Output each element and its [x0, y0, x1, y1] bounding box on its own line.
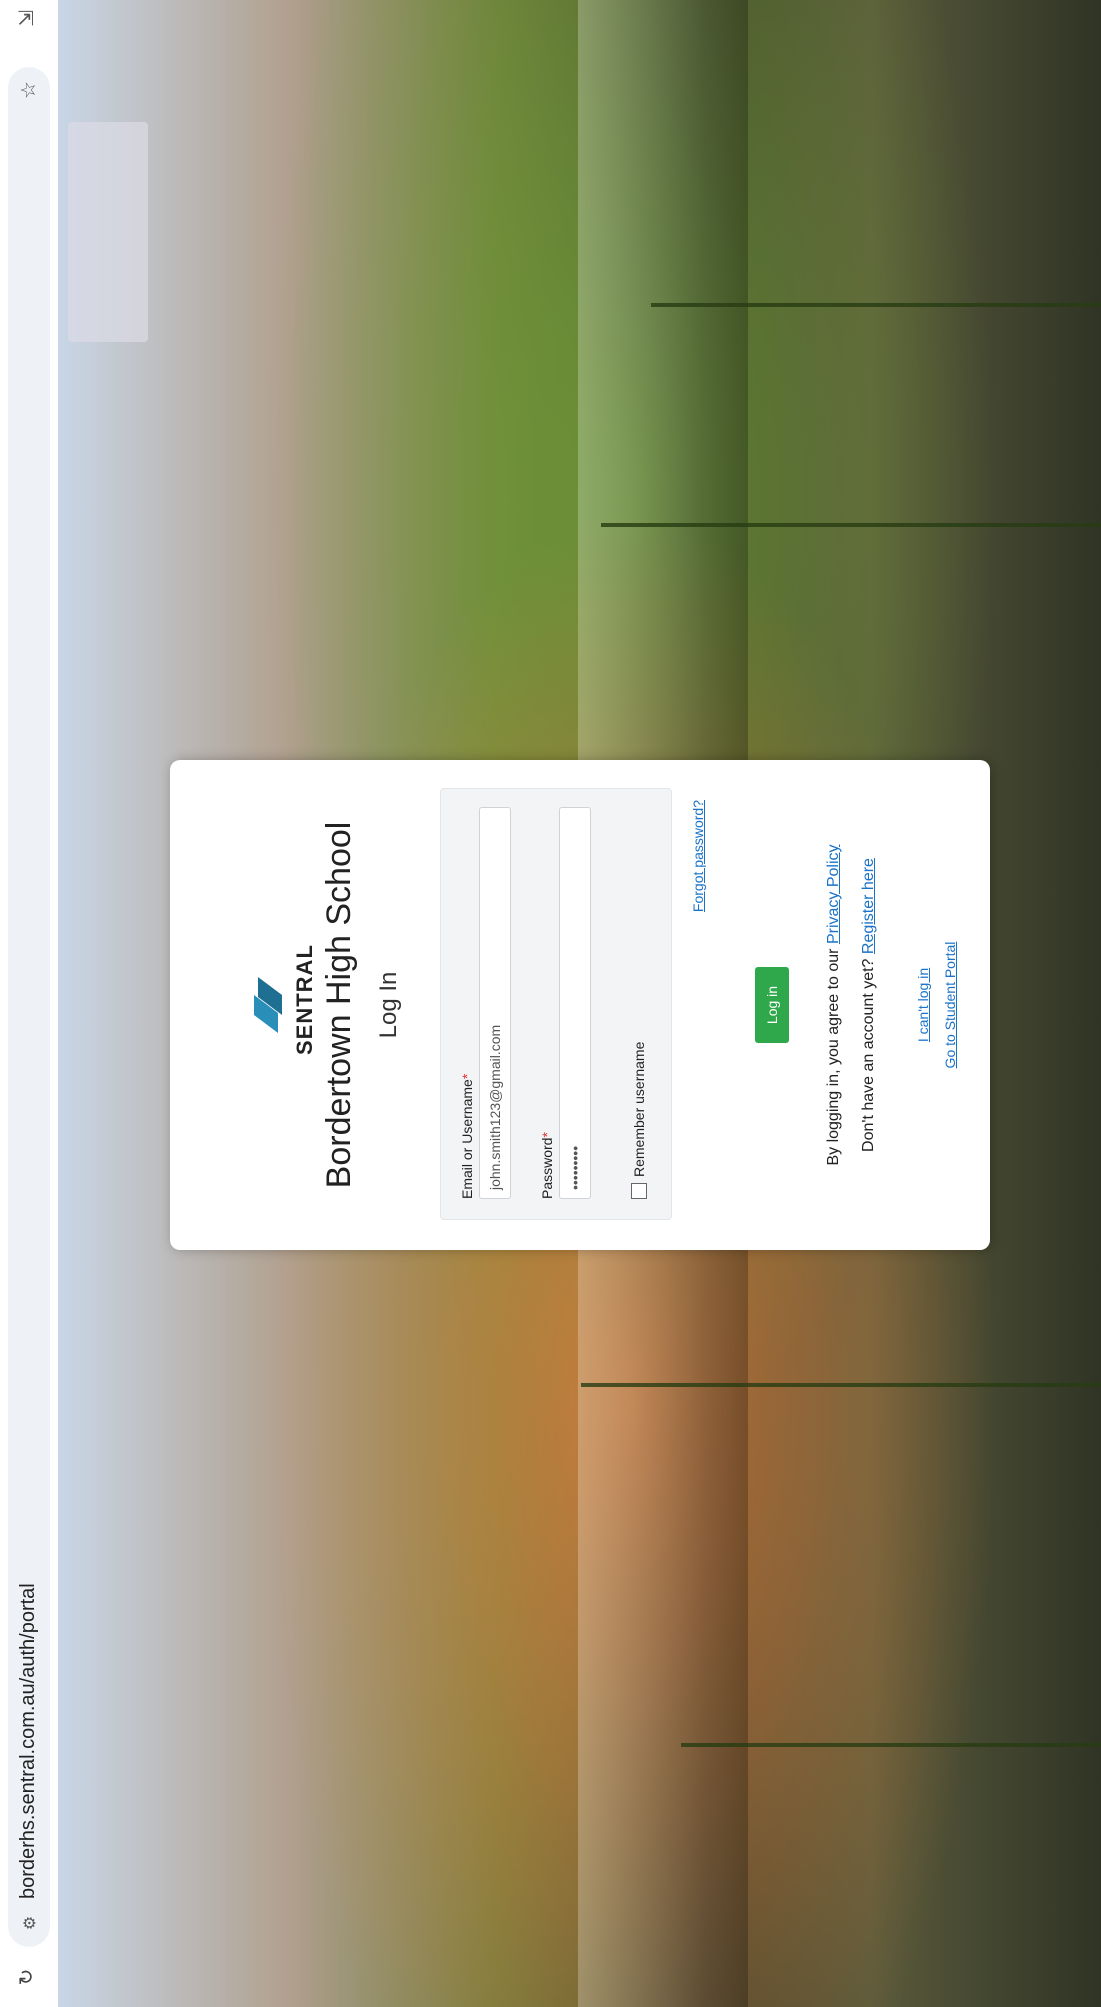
- extensions-icon[interactable]: ⇲: [14, 10, 38, 27]
- login-card: SENTRAL Bordertown High School Log In Em…: [170, 760, 990, 1250]
- required-mark: *: [459, 1073, 475, 1080]
- password-field[interactable]: •••••••••: [559, 807, 591, 1199]
- forgot-password-link[interactable]: Forgot password?: [690, 800, 706, 912]
- remember-label: Remember username: [631, 1041, 647, 1177]
- username-value: john.smith123@gmail.com: [487, 1024, 503, 1190]
- tree-trunk: [581, 1383, 1101, 1387]
- url-text[interactable]: borderhs.sentral.com.au/auth/portal: [17, 1583, 40, 1899]
- username-field[interactable]: john.smith123@gmail.com: [479, 807, 511, 1199]
- privacy-agreement: By logging in, you agree to our Privacy …: [825, 760, 843, 1250]
- student-portal-link[interactable]: Go to Student Portal: [942, 760, 958, 1250]
- page-subtitle: Log In: [375, 971, 402, 1039]
- privacy-policy-link[interactable]: Privacy Policy: [825, 844, 842, 944]
- login-button[interactable]: Log in: [755, 967, 789, 1043]
- site-info-icon[interactable]: ⚙: [17, 1911, 41, 1935]
- tree-trunk: [651, 303, 1101, 307]
- no-account-text: Don't have an account yet?: [860, 958, 877, 1152]
- tree-trunk: [601, 523, 1101, 527]
- sentral-logo-icon: [254, 977, 282, 1033]
- login-form: Email or Username* john.smith123@gmail.c…: [440, 788, 672, 1220]
- password-label: Password*: [539, 1132, 555, 1199]
- register-link[interactable]: Register here: [860, 858, 877, 954]
- privacy-text: By logging in, you agree to our: [825, 948, 842, 1166]
- register-prompt: Don't have an account yet? Register here: [860, 760, 878, 1250]
- bookmark-star-icon[interactable]: ☆: [16, 81, 40, 99]
- logo-text: SENTRAL: [292, 944, 317, 1055]
- browser-toolbar: ↻ ⚙ borderhs.sentral.com.au/auth/portal …: [0, 0, 59, 2007]
- password-value: •••••••••: [567, 1145, 583, 1190]
- jetty: [68, 122, 148, 342]
- username-label: Email or Username*: [459, 1074, 475, 1199]
- nav-controls: ↻: [12, 1963, 40, 1991]
- address-bar[interactable]: ⚙ borderhs.sentral.com.au/auth/portal ☆: [8, 67, 50, 1947]
- remember-checkbox[interactable]: [631, 1183, 647, 1199]
- cant-login-link[interactable]: I can't log in: [915, 760, 931, 1250]
- username-label-text: Email or Username: [459, 1079, 475, 1199]
- required-mark: *: [539, 1132, 555, 1138]
- remember-username[interactable]: Remember username: [631, 1042, 647, 1199]
- school-name: Bordertown High School: [320, 821, 358, 1189]
- reload-icon[interactable]: ↻: [12, 1963, 40, 1991]
- password-label-text: Password: [539, 1137, 555, 1199]
- tree-trunk: [681, 1743, 1101, 1747]
